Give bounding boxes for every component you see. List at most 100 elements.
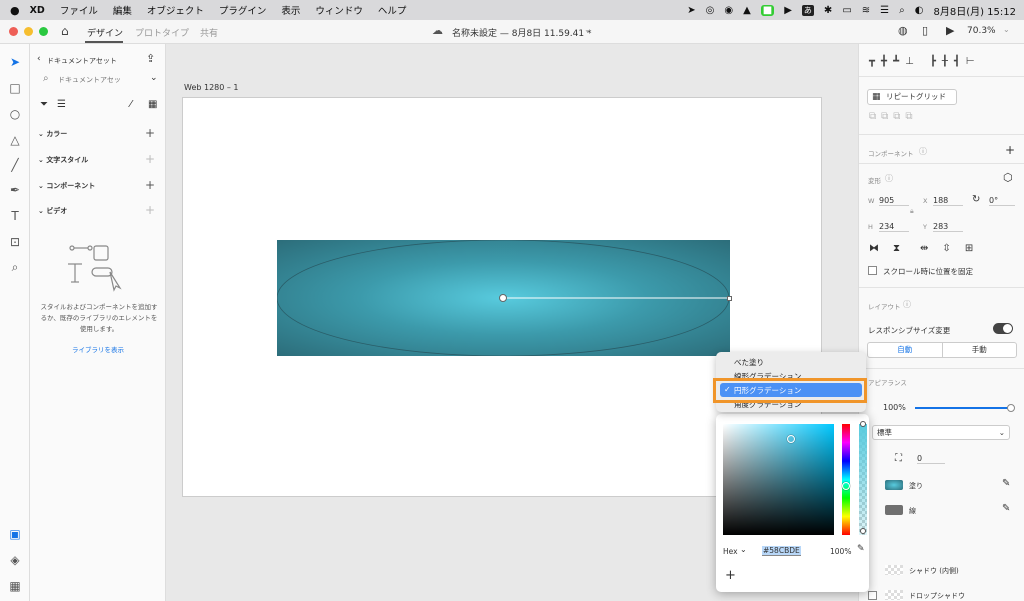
section-char-styles[interactable]: ⌄ 文字スタイル bbox=[38, 155, 88, 165]
chevron-down-icon[interactable]: ⌄ bbox=[584, 25, 591, 34]
clock[interactable]: 8月8日(月) 15:12 bbox=[933, 3, 1016, 18]
home-icon[interactable]: ⌂ bbox=[61, 24, 69, 38]
drop-shadow-swatch[interactable] bbox=[885, 590, 903, 600]
corner-radius-field[interactable]: 0 bbox=[917, 454, 945, 464]
share-icon[interactable]: ⇪ bbox=[146, 52, 155, 65]
section-video[interactable]: ⌄ ビデオ bbox=[38, 206, 67, 216]
hue-slider[interactable] bbox=[842, 424, 850, 535]
opacity-slider-knob[interactable] bbox=[1007, 404, 1015, 412]
layout-info-icon[interactable]: ⓘ bbox=[903, 299, 911, 310]
auto-button[interactable]: 自動 bbox=[868, 343, 943, 357]
siri-icon[interactable]: ◐ bbox=[915, 5, 924, 16]
section-components[interactable]: ⌄ コンポーネント bbox=[38, 181, 95, 191]
gradient-radius-handle[interactable] bbox=[727, 296, 732, 301]
polygon-tool-icon[interactable]: △ bbox=[7, 132, 23, 148]
play-status-icon[interactable]: ▶ bbox=[784, 5, 792, 16]
assets-search-input[interactable] bbox=[58, 73, 144, 87]
color-eyedropper-icon[interactable]: ✎ bbox=[857, 544, 865, 554]
tab-design[interactable]: デザイン bbox=[87, 26, 123, 39]
align-middle-icon[interactable]: ╋ bbox=[881, 56, 887, 67]
drive-icon[interactable]: ▲ bbox=[743, 5, 751, 16]
gradient-stop-top[interactable] bbox=[860, 421, 866, 427]
menu-item-solid[interactable]: べた塗り bbox=[734, 357, 764, 368]
layers-panel-icon[interactable]: ◈ bbox=[7, 552, 23, 568]
battery-icon[interactable]: ▭ bbox=[842, 5, 851, 16]
device-preview-icon[interactable]: ▯ bbox=[922, 24, 928, 37]
creative-cloud-icon[interactable]: ◎ bbox=[706, 5, 715, 16]
opacity-slider[interactable] bbox=[915, 404, 1015, 412]
menu-object[interactable]: オブジェクト bbox=[147, 3, 204, 17]
search-chevron-icon[interactable]: ⌄ bbox=[150, 73, 158, 83]
transform-info-icon[interactable]: ⓘ bbox=[885, 173, 893, 184]
pen-tool-icon[interactable]: ✒ bbox=[7, 182, 23, 198]
distribute-h-icon[interactable]: ⇹ bbox=[920, 243, 928, 254]
add-component-icon[interactable]: + bbox=[145, 179, 155, 191]
wifi-icon[interactable]: ≋ bbox=[862, 5, 870, 16]
3d-transform-icon[interactable]: ⬡ bbox=[1003, 171, 1013, 184]
line-tool-icon[interactable]: ╱ bbox=[7, 157, 23, 173]
rotation-field[interactable]: 0° bbox=[989, 196, 1015, 206]
gradient-stops-bar[interactable] bbox=[859, 421, 867, 535]
plugins-panel-icon[interactable]: ▦ bbox=[7, 578, 23, 594]
color-mode-chevron-icon[interactable]: ⌄ bbox=[740, 545, 747, 554]
lock-aspect-icon[interactable]: 🔒︎ bbox=[910, 207, 914, 216]
tab-share[interactable]: 共有 bbox=[200, 26, 218, 39]
fill-eyedropper-icon[interactable]: ✎ bbox=[1002, 478, 1010, 489]
add-swatch-button[interactable]: + bbox=[725, 568, 736, 583]
menu-help[interactable]: ヘルプ bbox=[378, 3, 407, 17]
menu-app-name[interactable]: XD bbox=[30, 5, 45, 16]
ime-icon[interactable]: あ bbox=[801, 4, 814, 16]
grid-view-icon[interactable]: ▦ bbox=[148, 99, 157, 110]
height-field[interactable]: 234 bbox=[879, 222, 909, 232]
play-preview-icon[interactable]: ▶ bbox=[946, 24, 954, 37]
rectangle-tool-icon[interactable]: □ bbox=[7, 80, 23, 96]
y-field[interactable]: 283 bbox=[933, 222, 963, 232]
flip-vertical-icon[interactable]: ⧗ bbox=[893, 243, 900, 254]
subtract-bool-icon[interactable]: ⧉ bbox=[881, 111, 888, 122]
menu-plugin[interactable]: プラグイン bbox=[219, 3, 267, 17]
saturation-brightness-field[interactable] bbox=[723, 424, 834, 535]
info-icon[interactable]: ⓘ bbox=[919, 146, 927, 157]
gradient-stop-bottom[interactable] bbox=[860, 528, 866, 534]
inner-shadow-swatch[interactable] bbox=[885, 565, 903, 575]
add-video-icon[interactable]: + bbox=[145, 204, 155, 216]
section-colors[interactable]: ⌄ カラー bbox=[38, 129, 67, 139]
exclude-bool-icon[interactable]: ⧉ bbox=[905, 111, 912, 122]
fill-swatch[interactable] bbox=[885, 480, 903, 490]
select-tool-icon[interactable]: ➤ bbox=[7, 54, 23, 70]
zoom-chevron-icon[interactable]: ⌄ bbox=[1003, 25, 1010, 34]
sync-icon[interactable]: ◉ bbox=[724, 5, 733, 16]
document-title[interactable]: 名称未設定 — 8月8日 11.59.41 * bbox=[452, 26, 591, 39]
color-selector-handle[interactable] bbox=[787, 435, 795, 443]
assets-panel-icon[interactable]: ▣ bbox=[7, 526, 23, 542]
repeat-grid-button[interactable]: ▦ リピートグリッド bbox=[867, 89, 957, 105]
stroke-swatch[interactable] bbox=[885, 505, 903, 515]
add-color-icon[interactable]: + bbox=[145, 127, 155, 139]
opacity-field[interactable]: 100% bbox=[883, 403, 906, 412]
back-chevron-icon[interactable]: ‹ bbox=[37, 54, 41, 64]
add-bool-icon[interactable]: ⧉ bbox=[869, 111, 876, 122]
hue-slider-handle[interactable] bbox=[842, 482, 850, 490]
align-left-icon[interactable]: ┣ bbox=[930, 56, 936, 67]
intersect-bool-icon[interactable]: ⧉ bbox=[893, 111, 900, 122]
distribute-horizontal-icon[interactable]: ⊢ bbox=[966, 56, 975, 67]
stroke-eyedropper-icon[interactable]: ✎ bbox=[1002, 503, 1010, 514]
menu-edit[interactable]: 編集 bbox=[113, 3, 132, 17]
zoom-window-button[interactable] bbox=[39, 27, 48, 36]
menu-file[interactable]: ファイル bbox=[60, 3, 98, 17]
zoom-tool-icon[interactable]: ⌕ bbox=[7, 259, 23, 275]
width-field[interactable]: 905 bbox=[879, 196, 909, 206]
ellipse-tool-icon[interactable]: ○ bbox=[7, 106, 23, 122]
tab-prototype[interactable]: プロトタイプ bbox=[135, 26, 189, 39]
distribute-v-icon[interactable]: ⇳ bbox=[942, 243, 950, 254]
fix-scroll-checkbox[interactable] bbox=[868, 266, 877, 275]
menu-view[interactable]: 表示 bbox=[281, 3, 300, 17]
line-icon[interactable]: ■ bbox=[760, 4, 775, 16]
zoom-level[interactable]: 70.3% bbox=[967, 26, 996, 36]
location-icon[interactable]: ➤ bbox=[687, 5, 695, 16]
text-tool-icon[interactable]: T bbox=[7, 208, 23, 224]
flip-horizontal-icon[interactable]: ⧓ bbox=[869, 243, 879, 254]
color-opacity-field[interactable]: 100% bbox=[830, 547, 851, 556]
gradient-rectangle[interactable] bbox=[277, 240, 732, 356]
artboard-tool-icon[interactable]: ⊡ bbox=[7, 234, 23, 250]
